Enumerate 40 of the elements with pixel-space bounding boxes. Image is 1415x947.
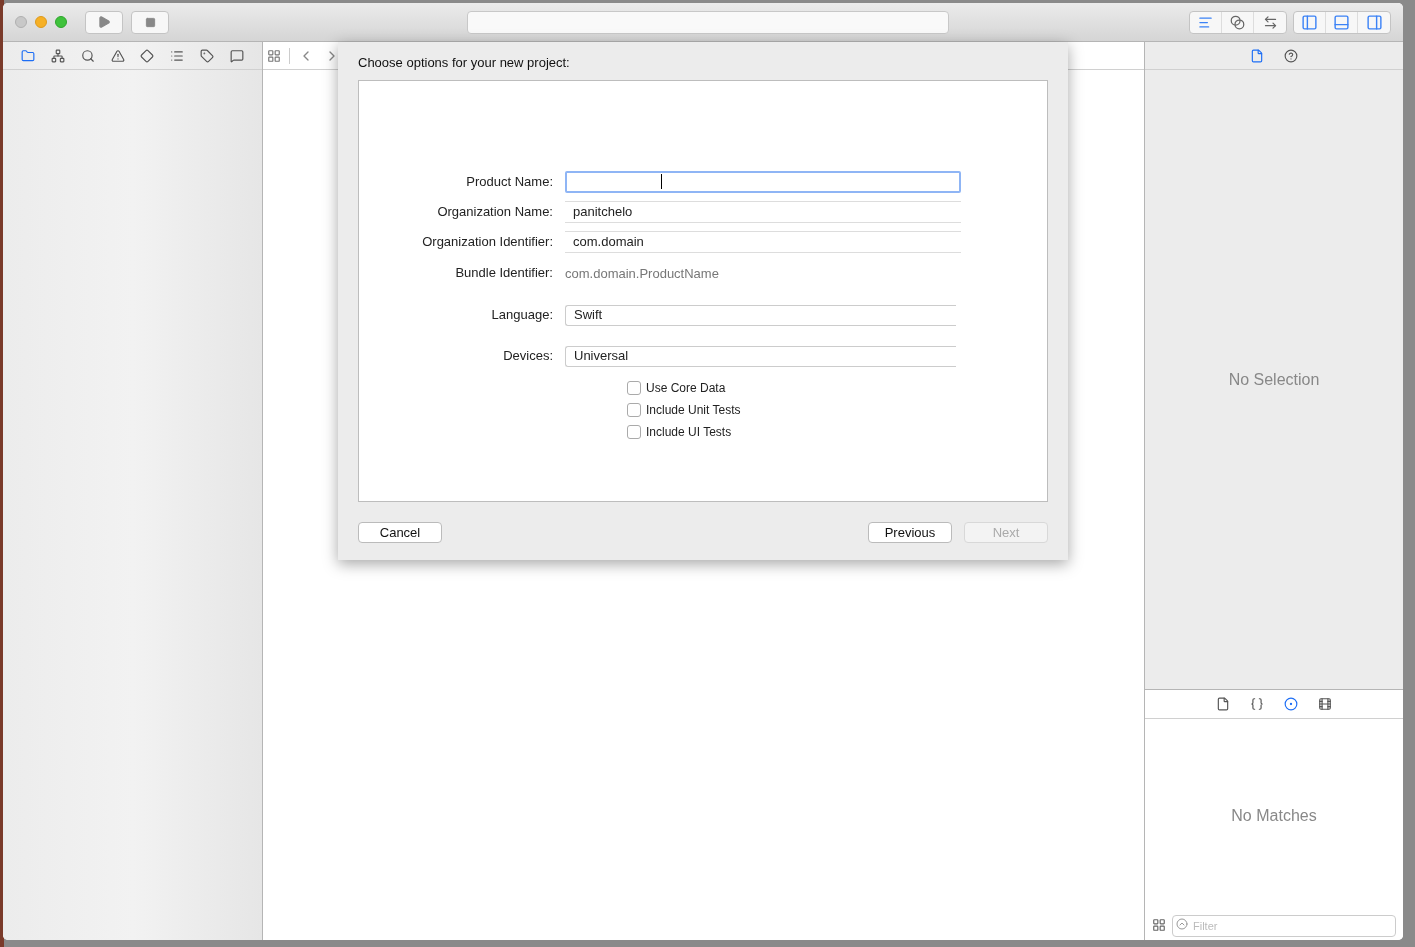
left-panel-icon — [1301, 13, 1318, 31]
checkbox[interactable] — [627, 424, 641, 439]
popup-menu[interactable]: Swift — [565, 304, 956, 326]
field-label: Product Name: — [465, 172, 553, 191]
checkbox-label: Include UI Tests — [646, 423, 732, 441]
empty-message: No Selection — [1228, 369, 1320, 390]
lines-icon — [1198, 14, 1213, 30]
checkbox[interactable] — [627, 380, 641, 395]
stop-button[interactable] — [131, 10, 169, 34]
sheet-button[interactable]: Previous — [868, 521, 952, 543]
library-tab[interactable] — [1316, 695, 1334, 713]
grid-icon — [1152, 918, 1166, 932]
sheet-title: Choose options for your new project: — [358, 54, 571, 72]
sheet-button[interactable]: Cancel — [358, 521, 442, 543]
arrows-icon — [1262, 14, 1278, 30]
checkbox-label: Include Unit Tests — [646, 401, 741, 419]
field-label: Bundle Identifier: — [454, 263, 553, 282]
play-icon — [97, 15, 111, 29]
text-field[interactable] — [565, 170, 961, 193]
empty-message: No Matches — [1231, 806, 1317, 826]
text-field[interactable]: com.domain — [565, 230, 961, 253]
library-tab[interactable] — [1282, 695, 1300, 713]
text-field[interactable]: panitchelo — [565, 200, 961, 223]
grid-icon — [267, 48, 281, 63]
popup-menu[interactable]: Universal — [565, 345, 956, 367]
checkbox-label: Use Core Data — [646, 379, 726, 397]
field-label: Organization Identifier: — [421, 232, 553, 251]
field-value: com.domain.ProductName — [565, 265, 719, 281]
bottom-panel-icon — [1333, 13, 1350, 31]
run-button[interactable] — [85, 10, 123, 34]
right-panel-icon — [1365, 13, 1383, 31]
library-tab[interactable] — [1248, 695, 1266, 713]
circles-icon — [1230, 14, 1245, 30]
field-label: Organization Name: — [436, 202, 553, 221]
filter-icon — [1176, 918, 1188, 930]
checkbox[interactable] — [627, 402, 641, 417]
field-label: Language: — [490, 306, 553, 325]
stop-icon — [144, 16, 156, 28]
filter-field[interactable]: Filter — [1172, 915, 1396, 937]
field-label: Devices: — [502, 347, 553, 366]
